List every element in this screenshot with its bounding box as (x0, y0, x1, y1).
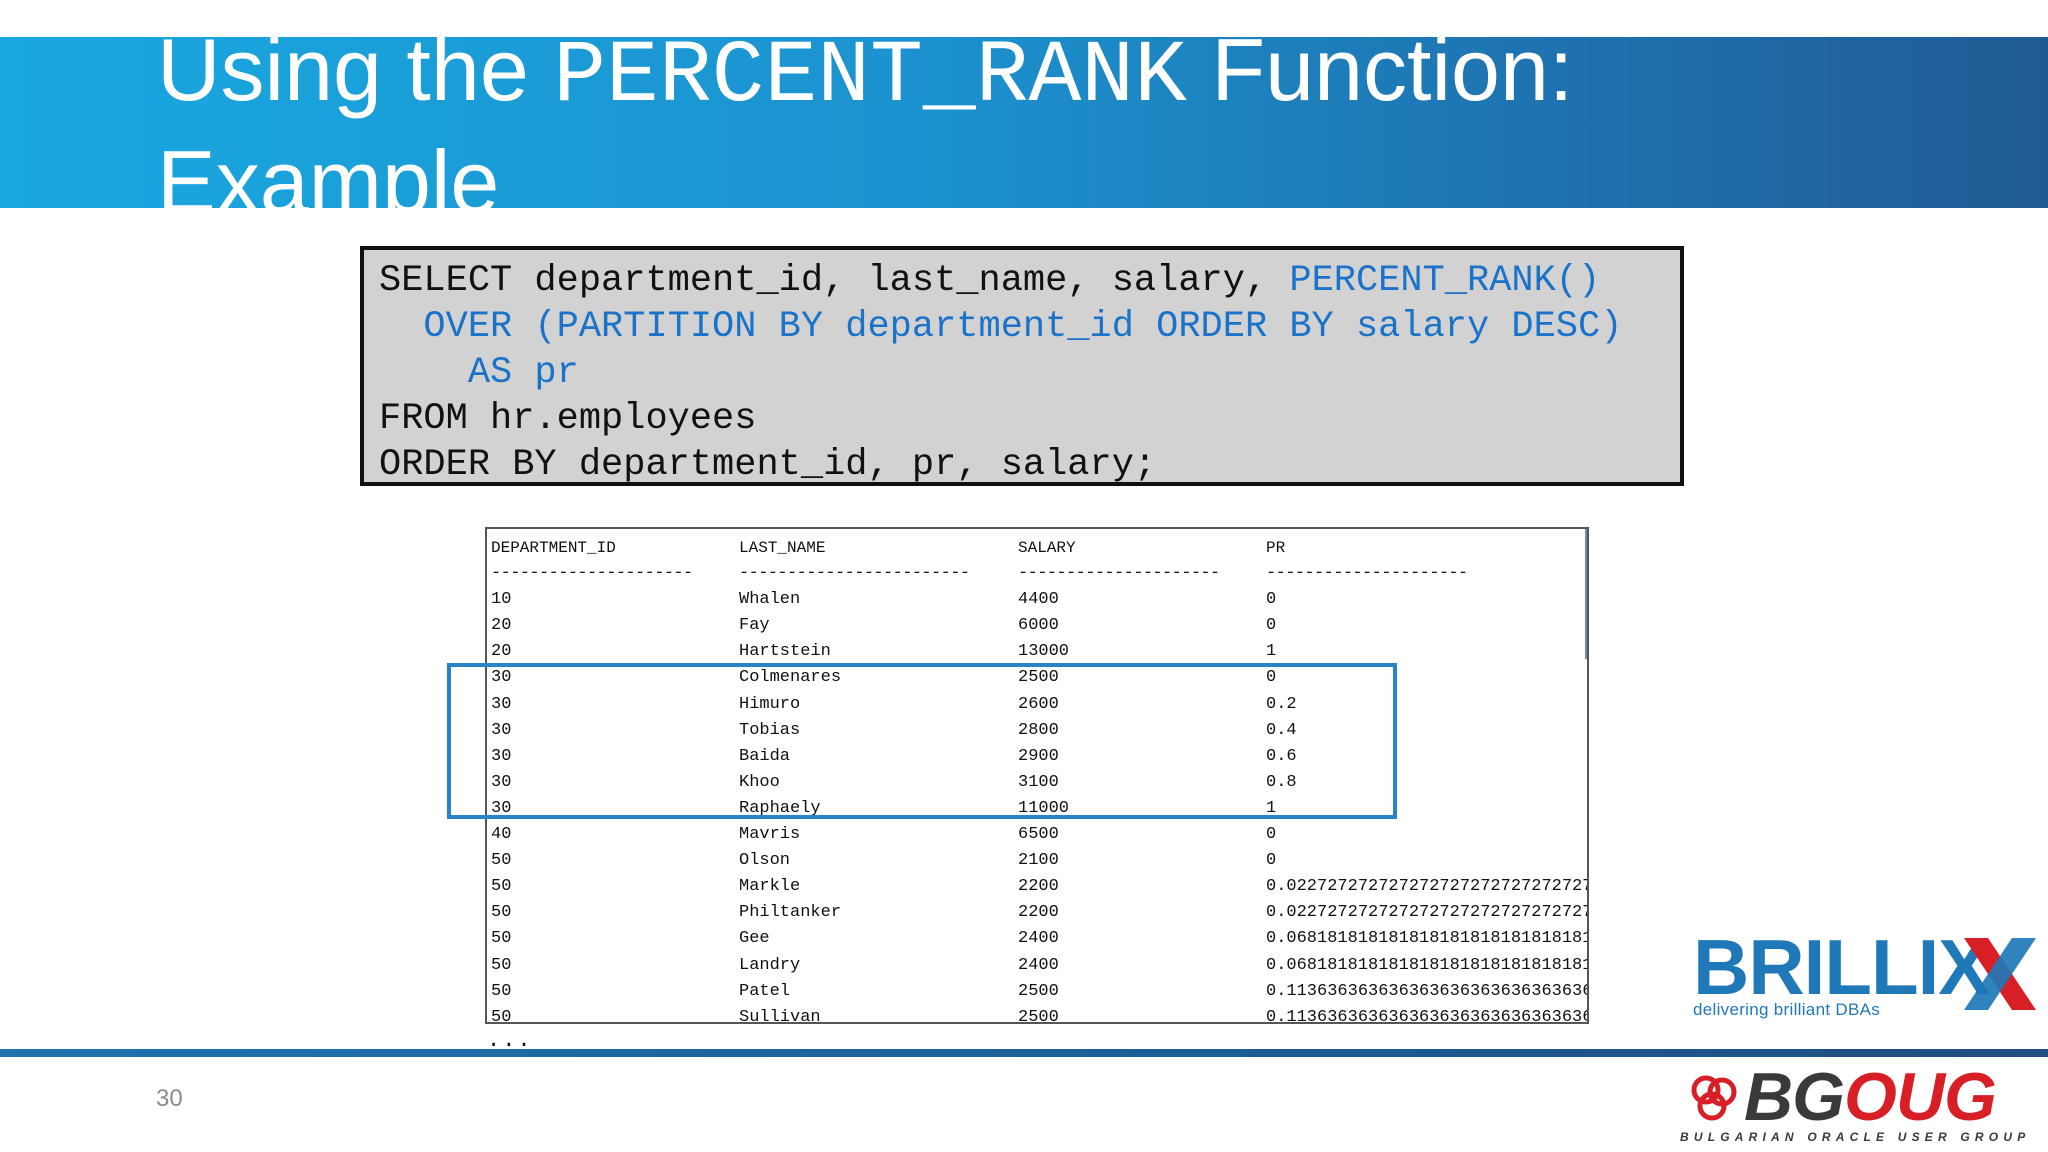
result-cell: 13000 (1018, 642, 1070, 662)
bgoug-logo: BGOUG BULGARIAN ORACLE USER GROUP (1680, 1059, 2025, 1152)
result-cell: 10 (491, 590, 512, 610)
slide-title: Using the PERCENT_RANK Function: Example (157, 20, 1574, 231)
code-line-3: AS pr (379, 352, 579, 394)
result-cell: 2100 (1018, 851, 1059, 871)
result-cell: 2400 (1018, 929, 1059, 949)
footer-line (0, 1049, 2048, 1057)
result-cell: 0.068181818181818181818181818181 (1266, 955, 1589, 975)
result-cell: 2200 (1018, 903, 1059, 923)
code-line-2: OVER (PARTITION BY department_id ORDER B… (379, 306, 1623, 348)
result-cell: SALARY (1018, 539, 1076, 557)
bgoug-name: BGOUG (1744, 1059, 1997, 1135)
result-cell: 50 (491, 851, 512, 871)
result-cell: Markle (739, 877, 801, 897)
result-cell: 50 (491, 929, 512, 949)
bgoug-rings-icon (1691, 1075, 1737, 1121)
result-cell: --------------------- (491, 564, 693, 584)
result-cell: Hartstein (739, 642, 831, 662)
result-cell: 50 (491, 877, 512, 897)
result-cell: 1 (1266, 642, 1277, 662)
result-cell: Olson (739, 851, 791, 871)
result-cell: Fay (739, 616, 770, 636)
result-cell: --------------------- (1266, 564, 1468, 584)
result-cell: 6000 (1018, 616, 1059, 636)
result-cell: 0.022727272727272727272727272727 (1266, 903, 1589, 923)
result-cell: 0.113636363636363636363636363636 (1266, 981, 1589, 1001)
page-number: 30 (156, 1085, 183, 1112)
result-cell: 2500 (1018, 981, 1059, 1001)
result-cell: 0.068181818181818181818181818181 (1266, 929, 1589, 949)
result-cell: 2400 (1018, 955, 1059, 975)
result-cell: 0 (1266, 590, 1277, 610)
result-cell: 50 (491, 903, 512, 923)
result-cell: 40 (491, 825, 512, 845)
result-cell: Gee (739, 929, 770, 949)
result-cell: Landry (739, 955, 801, 975)
result-cell: 2200 (1018, 877, 1059, 897)
result-cell: --------------------- (1018, 564, 1220, 584)
result-cell: LAST_NAME (739, 539, 826, 557)
result-cell: 4400 (1018, 590, 1059, 610)
result-cell: 50 (491, 981, 512, 1001)
result-cell: 50 (491, 1007, 512, 1024)
result-cell: Sullivan (739, 1007, 821, 1024)
result-cell: Patel (739, 981, 791, 1001)
result-cell: 50 (491, 955, 512, 975)
result-cell: Philtanker (739, 903, 842, 923)
result-cell: 0 (1266, 851, 1277, 871)
department-30-highlight-box (447, 663, 1397, 819)
code-line-1: SELECT department_id, last_name, salary,… (379, 260, 1601, 302)
result-cell: 0.113636363636363636363636363636 (1266, 1007, 1589, 1024)
result-cell: 0.022727272727272727272727272727 (1266, 877, 1589, 897)
code-line-5: ORDER BY department_id, pr, salary; (379, 444, 1157, 486)
brillix-logo: BRILLIX delivering brilliant DBAs (1690, 923, 2040, 1032)
bgoug-tagline: BULGARIAN ORACLE USER GROUP (1680, 1130, 2031, 1144)
brillix-x-icon (1964, 938, 2036, 1010)
brillix-tagline: delivering brilliant DBAs (1693, 1000, 1881, 1019)
result-cell: 0 (1266, 616, 1277, 636)
result-cell: ------------------------ (739, 564, 970, 584)
result-cell: 0 (1266, 825, 1277, 845)
result-cell: Mavris (739, 825, 801, 845)
code-line-4: FROM hr.employees (379, 398, 757, 440)
result-cell: 2500 (1018, 1007, 1059, 1024)
result-cell: Whalen (739, 590, 801, 610)
result-cell: 20 (491, 616, 512, 636)
sql-code-block: SELECT department_id, last_name, salary,… (360, 246, 1684, 486)
result-cell: DEPARTMENT_ID (491, 539, 616, 557)
result-cell: PR (1266, 539, 1286, 557)
result-cell: 6500 (1018, 825, 1059, 845)
result-cell: 20 (491, 642, 512, 662)
